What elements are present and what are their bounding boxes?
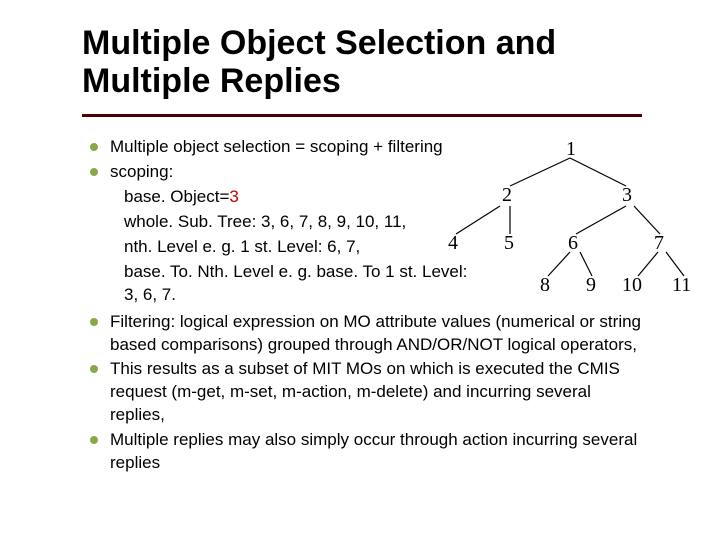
tree-node-11: 11 (672, 274, 691, 297)
tree-node-10: 10 (622, 274, 642, 297)
sub-bullet-4: base. To. Nth. Level e. g. base. To 1 st… (124, 261, 484, 307)
slide: Multiple Object Selection and Multiple R… (0, 0, 720, 540)
bullet-icon (90, 365, 98, 373)
title-underline (82, 114, 642, 117)
sub-text-highlight: 3 (229, 187, 238, 206)
bullet-icon (90, 168, 98, 176)
bullet-icon (90, 436, 98, 444)
tree-node-8: 8 (540, 274, 550, 297)
tree-node-4: 4 (448, 232, 458, 255)
tree-node-2: 2 (502, 184, 512, 207)
slide-title: Multiple Object Selection and Multiple R… (82, 24, 642, 100)
bullet-5: Multiple replies may also simply occur t… (90, 429, 650, 475)
tree-diagram: 1 2 3 4 5 6 7 8 9 10 11 (440, 136, 700, 336)
bullet-text: This results as a subset of MIT MOs on w… (110, 358, 650, 427)
tree-node-5: 5 (504, 232, 514, 255)
tree-node-9: 9 (586, 274, 596, 297)
sub-bullet-2: whole. Sub. Tree: 3, 6, 7, 8, 9, 10, 11, (124, 211, 444, 234)
bullet-4: This results as a subset of MIT MOs on w… (90, 358, 650, 427)
tree-node-6: 6 (568, 232, 578, 255)
bullet-icon (90, 318, 98, 326)
bullet-icon (90, 143, 98, 151)
tree-node-3: 3 (622, 184, 632, 207)
bullet-text: Multiple replies may also simply occur t… (110, 429, 650, 475)
sub-text-prefix: base. Object= (124, 187, 229, 206)
sub-bullet-3: nth. Level e. g. 1 st. Level: 6, 7, (124, 236, 444, 259)
tree-node-7: 7 (654, 232, 664, 255)
sub-bullet-1: base. Object=3 (124, 186, 444, 209)
tree-node-1: 1 (566, 138, 576, 161)
